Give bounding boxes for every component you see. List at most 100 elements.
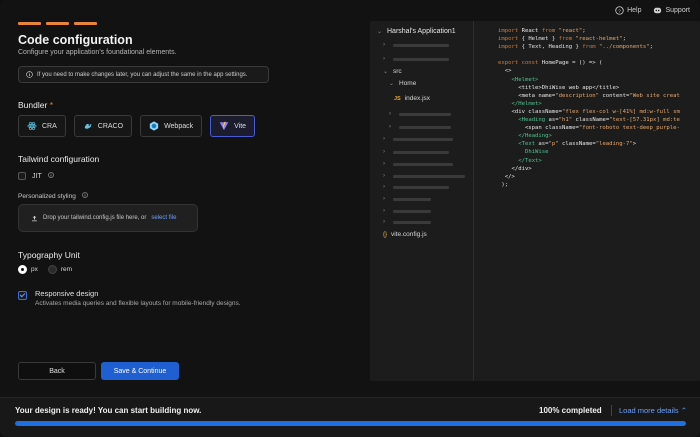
jit-label: JIT xyxy=(32,172,42,180)
help-link[interactable]: ? Help xyxy=(615,6,641,15)
load-more-link[interactable]: Load more details ⌃ xyxy=(619,406,687,415)
jit-checkbox[interactable] xyxy=(18,172,26,180)
tree-item[interactable]: › xyxy=(389,111,451,117)
file-dropzone[interactable]: Drop your tailwind.config.js file here, … xyxy=(18,204,198,232)
tree-placeholder xyxy=(393,197,431,201)
tree-item[interactable]: › xyxy=(383,196,431,202)
info-icon xyxy=(26,71,33,78)
tailwind-heading: Tailwind configuration xyxy=(18,154,100,164)
step-indicator xyxy=(18,22,41,25)
code-line: </Text> xyxy=(518,157,542,164)
personalized-info-icon[interactable] xyxy=(82,192,88,200)
tree-placeholder xyxy=(393,162,453,166)
chevron-right-icon: › xyxy=(383,42,385,48)
personalized-row: Personalized styling xyxy=(18,192,88,200)
typography-heading: Typography Unit xyxy=(18,250,80,260)
svg-text:?: ? xyxy=(618,8,621,14)
chevron-right-icon: › xyxy=(389,124,391,130)
tree-item[interactable]: › xyxy=(383,136,453,142)
divider xyxy=(611,405,612,416)
chevron-right-icon: › xyxy=(383,136,385,142)
radio-px-label: px xyxy=(31,266,38,273)
tree-item[interactable]: › xyxy=(383,173,465,179)
tree-item[interactable]: › xyxy=(383,208,431,214)
bundler-label-vite: Vite xyxy=(234,122,247,130)
progress-bar xyxy=(15,421,686,426)
file-tree: ⌄ Harshal's Application1 › › ⌄ src ⌄ Home … xyxy=(370,21,474,381)
chevron-right-icon: › xyxy=(383,196,385,202)
back-button[interactable]: Back xyxy=(18,362,96,380)
react-icon xyxy=(27,121,37,131)
load-more-label: Load more details xyxy=(619,406,679,415)
chevron-right-icon: › xyxy=(383,208,385,214)
code-line: <Helmet> xyxy=(511,76,539,83)
tree-placeholder xyxy=(393,150,449,154)
progress-fill xyxy=(15,421,686,426)
responsive-label: Responsive design xyxy=(35,289,99,298)
tree-item[interactable]: › xyxy=(383,42,449,48)
code-line: </Helmet> xyxy=(511,100,542,107)
bundler-option-vite[interactable]: Vite xyxy=(210,115,256,137)
chevron-down-icon: ⌄ xyxy=(383,69,389,75)
bundler-option-webpack[interactable]: Webpack xyxy=(140,115,203,137)
code-line: import React from "react"; xyxy=(498,28,586,34)
top-links: ? Help Support xyxy=(615,6,690,15)
bundler-label: Bundler xyxy=(18,100,48,110)
bundler-label-webpack: Webpack xyxy=(164,122,194,130)
tree-placeholder xyxy=(393,220,431,224)
chevron-down-icon: ⌄ xyxy=(389,81,395,87)
index-file-label: index.jsx xyxy=(404,95,431,102)
code-line: ); xyxy=(498,181,509,188)
tree-item[interactable]: › xyxy=(383,56,449,62)
select-file-link[interactable]: select file xyxy=(151,215,176,221)
radio-px-dot[interactable] xyxy=(18,265,27,274)
tree-item[interactable]: › xyxy=(389,124,451,130)
root-label: Harshal's Application1 xyxy=(387,28,456,35)
status-message: Your design is ready! You can start buil… xyxy=(15,406,202,415)
radio-px[interactable]: px xyxy=(18,265,38,274)
upload-icon xyxy=(32,215,37,221)
tree-root[interactable]: ⌄ Harshal's Application1 xyxy=(377,28,456,35)
tree-placeholder xyxy=(393,43,449,47)
chevron-right-icon: › xyxy=(383,219,385,225)
code-line: <Heading as="h1" className="text-[57.31p… xyxy=(518,117,680,124)
tree-placeholder xyxy=(393,185,449,189)
support-link[interactable]: Support xyxy=(653,6,690,15)
tree-item[interactable]: › xyxy=(383,219,431,225)
radio-rem[interactable]: rem xyxy=(47,265,72,274)
bundler-option-cra[interactable]: CRA xyxy=(18,115,66,137)
code-line: </> xyxy=(498,173,515,180)
bundler-label-craco: CRACO xyxy=(97,122,124,130)
tree-file-index[interactable]: JS index.jsx xyxy=(394,95,430,102)
code-preview-panel: ⌄ Harshal's Application1 › › ⌄ src ⌄ Home … xyxy=(370,21,700,381)
tree-folder-src[interactable]: ⌄ src xyxy=(383,68,402,75)
help-icon: ? xyxy=(615,6,624,15)
tree-item[interactable]: › xyxy=(383,184,449,190)
code-line: export const HomePage = () => ( xyxy=(498,60,603,67)
radio-rem-dot[interactable] xyxy=(47,265,57,274)
chevron-right-icon: › xyxy=(389,111,391,117)
code-editor[interactable]: import React from "react"; import { Helme… xyxy=(498,27,698,189)
chevron-right-icon: › xyxy=(383,149,385,155)
js-file-icon: JS xyxy=(394,95,401,102)
jit-row: JIT xyxy=(18,172,54,180)
save-continue-button[interactable]: Save & Continue xyxy=(101,362,179,380)
tree-item[interactable]: › xyxy=(383,149,449,155)
tree-placeholder xyxy=(393,209,431,213)
support-label: Support xyxy=(665,7,690,14)
code-line: import { Helmet } from "react-helmet"; xyxy=(498,36,626,43)
code-line: <title>DhiWise web app</title> xyxy=(498,84,620,91)
responsive-description: Activates media queries and flexible lay… xyxy=(35,300,241,307)
info-banner: If you need to make changes later, you c… xyxy=(18,66,269,83)
responsive-checkbox[interactable] xyxy=(18,291,27,300)
bundler-option-craco[interactable]: CRACO xyxy=(73,115,133,137)
craco-icon xyxy=(84,123,92,129)
tree-file-config[interactable]: {} vite.config.js xyxy=(383,231,427,238)
jit-info-icon[interactable] xyxy=(47,172,54,180)
tree-item[interactable]: › xyxy=(383,161,453,167)
code-line: <div className="flex flex-col w-[41%] md… xyxy=(498,108,680,115)
personalized-label: Personalized styling xyxy=(18,192,76,200)
tree-folder-home[interactable]: ⌄ Home xyxy=(389,80,416,87)
bundler-label-cra: CRA xyxy=(42,122,57,130)
chevron-right-icon: › xyxy=(383,173,385,179)
